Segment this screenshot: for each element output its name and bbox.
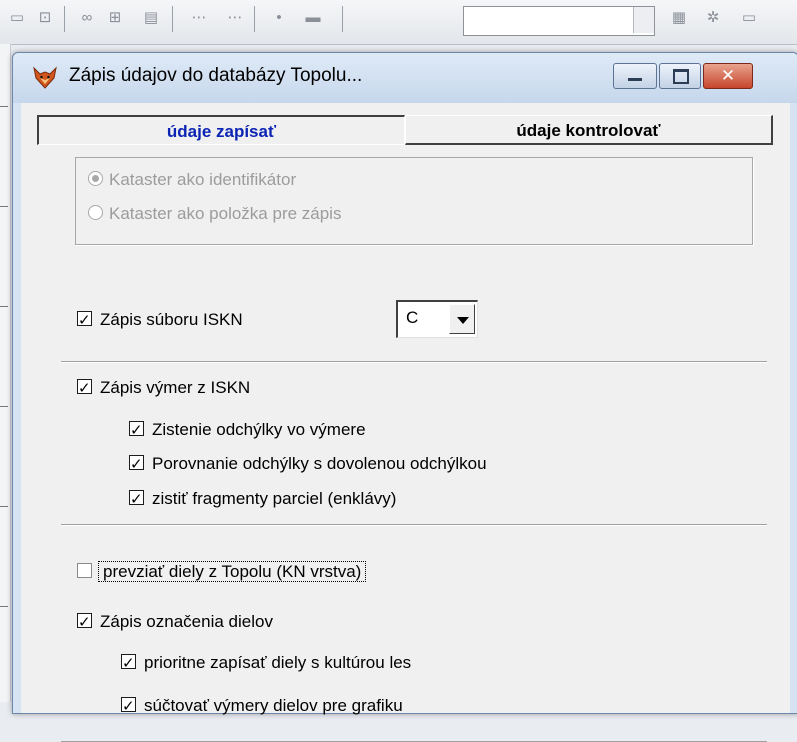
- checkbox-label: Zápis výmer z ISKN: [100, 378, 251, 397]
- checkbox[interactable]: [129, 451, 144, 477]
- toolbar-ruler-icon[interactable]: ▬: [302, 8, 324, 28]
- checkbox-prevziat-diely[interactable]: prevziať diely z Topolu (KN vrstva): [77, 559, 367, 585]
- background-left-strip: [0, 44, 11, 702]
- toolbar-zoom-icon[interactable]: ⊡: [34, 8, 56, 28]
- window-title: Zápis údajov do databázy Topolu...: [69, 65, 363, 86]
- close-icon: ✕: [720, 66, 736, 85]
- checkbox-zapis-suboru-iskn[interactable]: Zápis súboru ISKN: [77, 307, 243, 333]
- toolbar-separator: [172, 6, 173, 32]
- checkbox-label: Zápis súboru ISKN: [100, 310, 243, 329]
- checkbox[interactable]: [129, 417, 144, 443]
- checkbox[interactable]: [129, 486, 144, 512]
- checkbox[interactable]: [77, 563, 92, 579]
- checkbox[interactable]: [77, 609, 92, 635]
- background-toolbar: ▭ ⊡ ∞ ⊞ ▤ ⋯ ⋯ • ▬ ▦ ✲ ▭: [0, 0, 797, 45]
- toolbar-arrow-icon[interactable]: ⋯: [188, 8, 210, 28]
- maximize-button[interactable]: [659, 63, 701, 89]
- fox-app-icon: [33, 66, 57, 89]
- toolbar-separator: [342, 6, 343, 32]
- toolbar-gear-icon[interactable]: ✲: [702, 8, 724, 28]
- checkbox-label: Zápis označenia dielov: [100, 612, 273, 631]
- toolbar-separator: [254, 6, 255, 32]
- ruler-tick: [0, 306, 8, 307]
- ruler-tick: [0, 506, 8, 507]
- dialog-client-area: údaje zapísať údaje kontrolovať Kataster…: [21, 103, 790, 742]
- toolbar-combo-button[interactable]: [633, 7, 654, 33]
- checkbox[interactable]: [77, 307, 92, 333]
- radio-button[interactable]: [88, 205, 103, 221]
- checkbox-zapis-oznacenia-dielov[interactable]: Zápis označenia dielov: [77, 609, 273, 635]
- radio-label: Kataster ako položka pre zápis: [109, 204, 342, 223]
- toolbar-arrow-icon[interactable]: ⋯: [224, 8, 246, 28]
- close-button[interactable]: ✕: [703, 63, 753, 89]
- title-bar[interactable]: Zápis údajov do databázy Topolu... ✕: [13, 53, 797, 103]
- iskn-format-select[interactable]: C: [396, 300, 478, 338]
- checkbox[interactable]: [121, 650, 136, 676]
- checkbox-label: prioritne zapísať diely s kultúrou les: [144, 653, 412, 672]
- checkbox-label: súčtovať výmery dielov pre grafiku: [144, 696, 403, 715]
- maximize-icon: [673, 69, 689, 84]
- toolbar-combo[interactable]: [463, 6, 655, 36]
- checkbox-label: zistiť fragmenty parciel (enklávy): [152, 489, 397, 508]
- tab-kontrolovat[interactable]: údaje kontrolovať: [405, 115, 773, 145]
- checkbox-porovnanie-odchylky[interactable]: Porovnanie odchýlky s dovolenou odchýlko…: [129, 451, 487, 477]
- ruler-tick: [0, 606, 8, 607]
- checkbox-label: Porovnanie odchýlky s dovolenou odchýlko…: [152, 454, 487, 473]
- toolbar-table-icon[interactable]: ▦: [668, 8, 690, 28]
- radio-kataster-identifikator[interactable]: Kataster ako identifikátor: [88, 170, 296, 194]
- ruler-tick: [0, 106, 8, 107]
- minimize-icon: [628, 78, 642, 81]
- tab-zapisat[interactable]: údaje zapísať: [37, 115, 405, 145]
- checkbox[interactable]: [121, 693, 136, 719]
- checkbox-zistenie-odchylky[interactable]: Zistenie odchýlky vo výmere: [129, 417, 366, 443]
- checkbox-label: prevziať diely z Topolu (KN vrstva): [98, 561, 367, 582]
- checkbox[interactable]: [77, 375, 92, 401]
- select-value: C: [406, 308, 419, 327]
- toolbar-glasses-icon[interactable]: ∞: [76, 8, 98, 28]
- radio-kataster-polozka[interactable]: Kataster ako položka pre zápis: [88, 204, 341, 228]
- toolbar-grid-icon[interactable]: ⊞: [104, 8, 126, 28]
- divider: [61, 361, 767, 362]
- dropdown-arrow-icon: [457, 317, 469, 324]
- ruler-tick: [0, 206, 8, 207]
- dialog-window: Zápis údajov do databázy Topolu... ✕ úda…: [12, 52, 797, 742]
- minimize-button[interactable]: [613, 63, 657, 89]
- radio-button[interactable]: [88, 171, 103, 187]
- checkbox-fragmenty-parciel[interactable]: zistiť fragmenty parciel (enklávy): [129, 486, 396, 512]
- radio-label: Kataster ako identifikátor: [109, 170, 297, 189]
- ruler-tick: [0, 406, 8, 407]
- checkbox-zapis-vymer[interactable]: Zápis výmer z ISKN: [77, 375, 250, 401]
- kataster-groupbox: Kataster ako identifikátor Kataster ako …: [75, 157, 753, 245]
- toolbar-tool-icon[interactable]: ▭: [6, 8, 28, 28]
- divider: [61, 524, 767, 525]
- dropdown-button[interactable]: [449, 304, 475, 334]
- toolbar-point-icon[interactable]: •: [268, 8, 290, 28]
- checkbox-prioritne-zapisat[interactable]: prioritne zapísať diely s kultúrou les: [121, 650, 411, 676]
- toolbar-layers-icon[interactable]: ▤: [140, 8, 162, 28]
- toolbar-window-icon[interactable]: ▭: [738, 8, 760, 28]
- checkbox-suctovat-vymery[interactable]: súčtovať výmery dielov pre grafiku: [121, 693, 403, 719]
- checkbox-label: Zistenie odchýlky vo výmere: [152, 420, 366, 439]
- toolbar-separator: [64, 6, 65, 32]
